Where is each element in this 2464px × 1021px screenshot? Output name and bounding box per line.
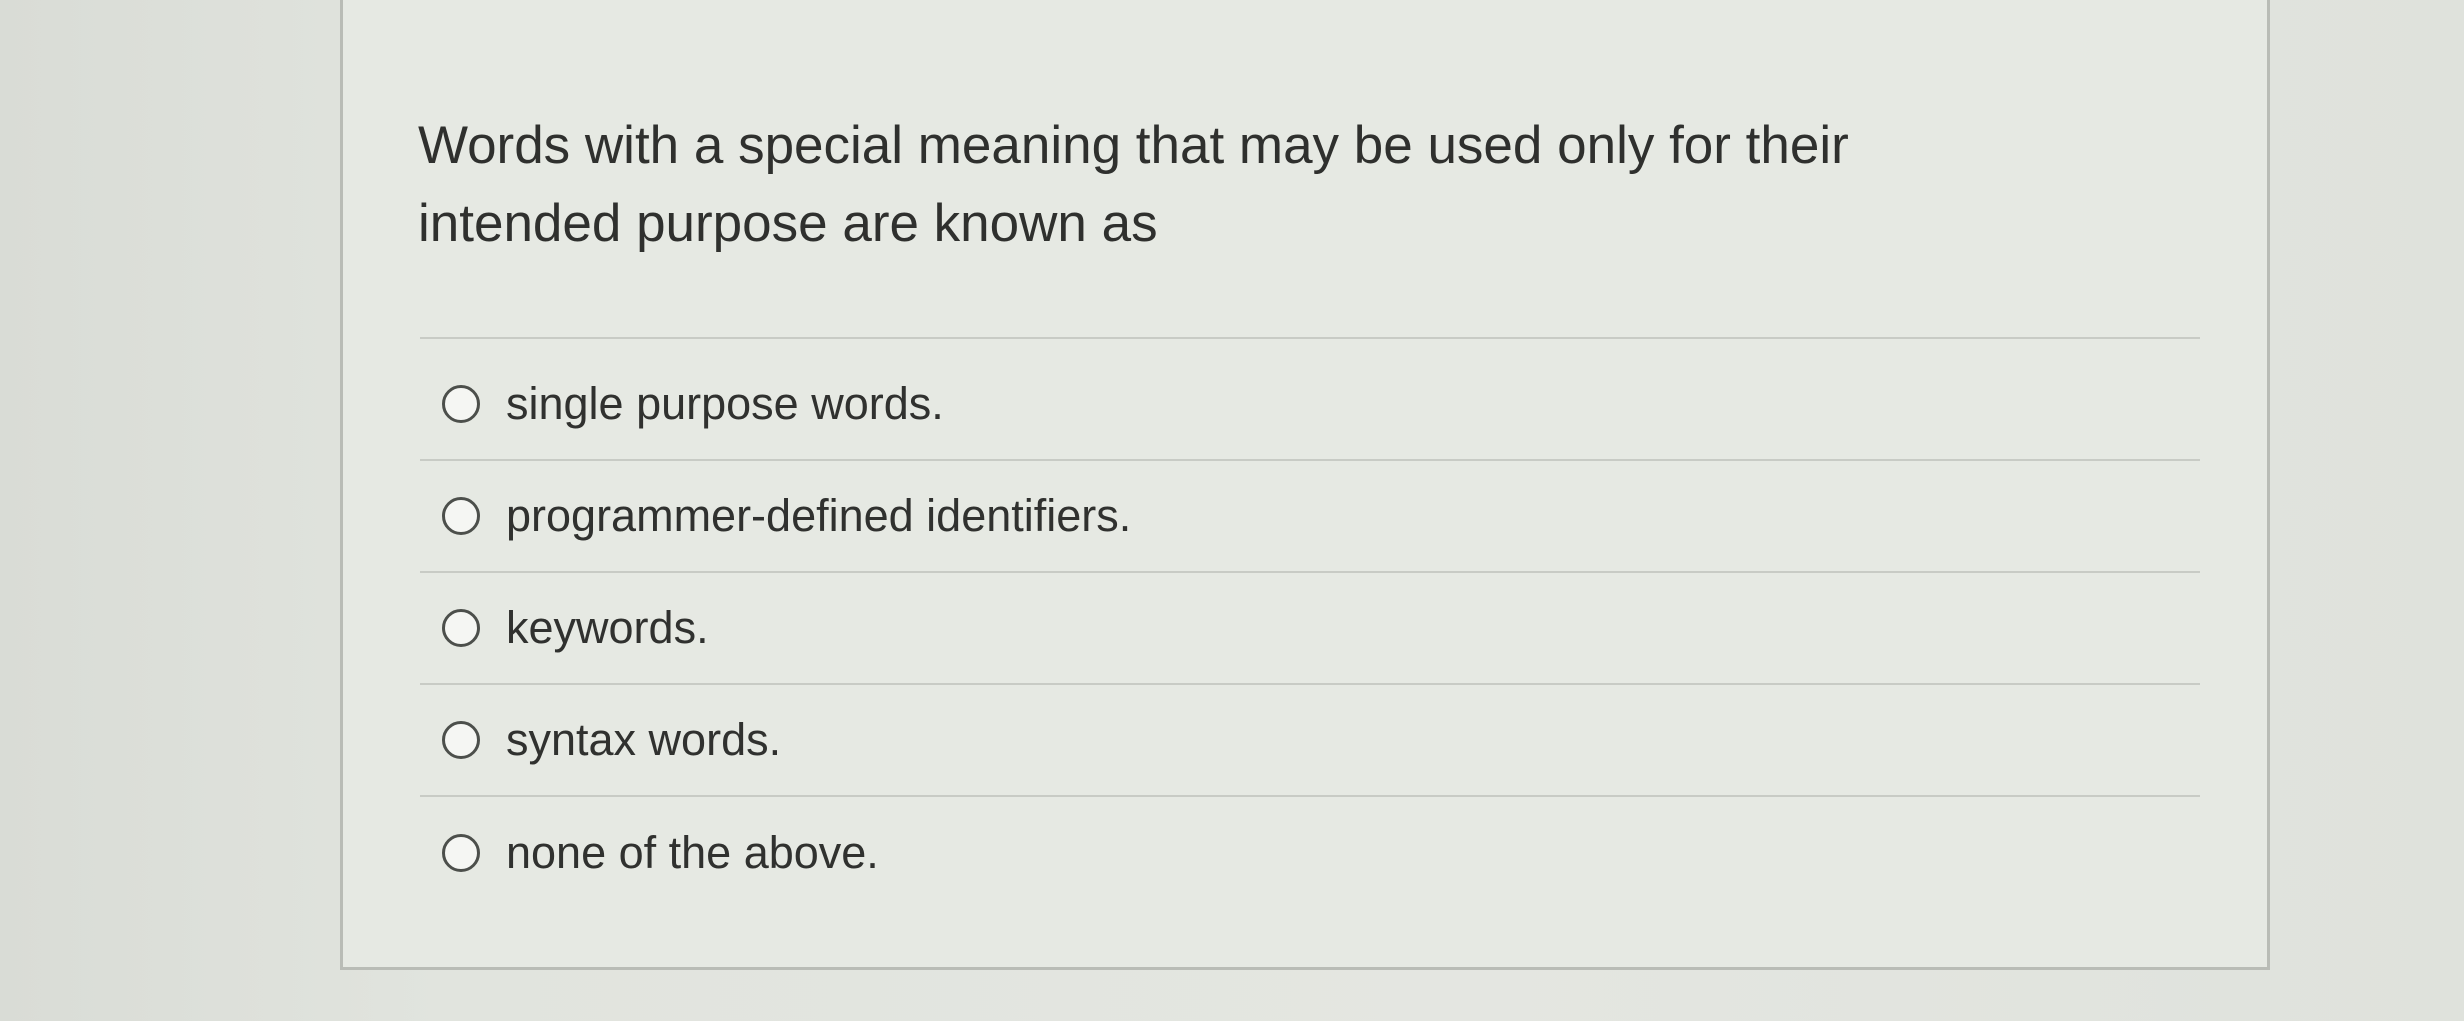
answer-option-label: programmer-defined identifiers. — [506, 490, 1132, 541]
answer-option-label: syntax words. — [506, 714, 782, 765]
radio-button[interactable] — [442, 497, 480, 535]
answer-option-label: none of the above. — [506, 827, 879, 878]
question-card: Words with a special meaning that may be… — [340, 0, 2270, 970]
radio-button[interactable] — [442, 721, 480, 759]
question-divider — [420, 337, 2200, 339]
answer-option-programmer-defined-identifiers[interactable]: programmer-defined identifiers. — [420, 461, 2200, 573]
answer-option-label: keywords. — [506, 602, 709, 653]
radio-button[interactable] — [442, 385, 480, 423]
answer-option-keywords[interactable]: keywords. — [420, 573, 2200, 685]
radio-button[interactable] — [442, 834, 480, 872]
answer-option-none-of-the-above[interactable]: none of the above. — [420, 797, 2200, 909]
radio-button[interactable] — [442, 609, 480, 647]
answer-option-label: single purpose words. — [506, 378, 944, 429]
answer-option-syntax-words[interactable]: syntax words. — [420, 685, 2200, 797]
answer-option-single-purpose-words[interactable]: single purpose words. — [420, 349, 2200, 461]
question-text: Words with a special meaning that may be… — [418, 116, 1849, 253]
